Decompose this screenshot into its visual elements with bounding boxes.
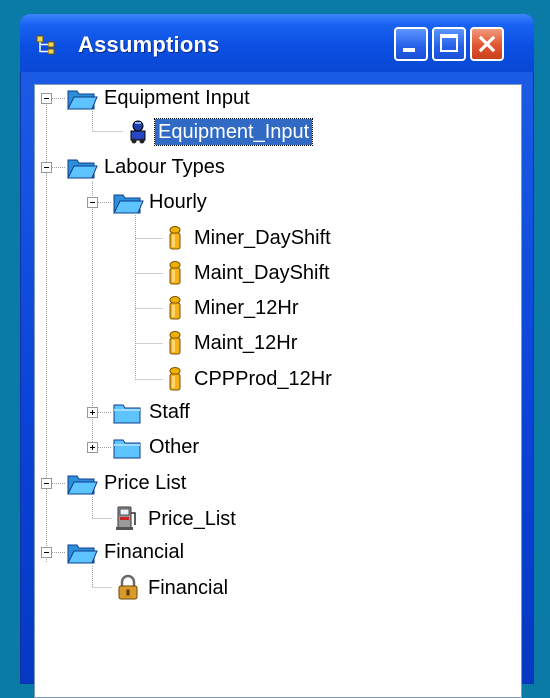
tree-node-miner-dayshift[interactable]: Miner_DayShift bbox=[191, 225, 334, 251]
minimize-button[interactable] bbox=[394, 27, 428, 61]
collapse-labour-types[interactable] bbox=[41, 162, 52, 173]
tree-node-maint-dayshift[interactable]: Maint_DayShift bbox=[191, 260, 333, 286]
tree-node-labour-types[interactable]: Labour Types bbox=[101, 154, 228, 180]
equipment-icon bbox=[130, 120, 146, 144]
folder-open-icon bbox=[67, 159, 98, 179]
tree-node-equipment-input-item[interactable]: Equipment_Input bbox=[153, 118, 314, 146]
collapse-equipment-input[interactable] bbox=[41, 93, 52, 104]
tree-view[interactable]: Equipment Input Equipment_Input Labour T… bbox=[34, 84, 522, 698]
folder-open-icon bbox=[113, 194, 144, 214]
worker-icon bbox=[169, 331, 181, 355]
tree-node-price-list[interactable]: Price List bbox=[101, 470, 189, 496]
folder-open-icon bbox=[67, 475, 98, 495]
worker-icon bbox=[169, 226, 181, 250]
folder-closed-icon bbox=[113, 439, 141, 459]
title-bar[interactable]: Assumptions bbox=[20, 14, 534, 72]
tree-node-other[interactable]: Other bbox=[146, 434, 202, 460]
tree-node-equipment-input[interactable]: Equipment Input bbox=[101, 85, 253, 111]
collapse-hourly[interactable] bbox=[87, 197, 98, 208]
folder-open-icon bbox=[67, 544, 98, 564]
expand-staff[interactable] bbox=[87, 407, 98, 418]
maximize-icon bbox=[440, 34, 458, 52]
close-icon bbox=[478, 35, 496, 53]
tree-node-miner-12hr[interactable]: Miner_12Hr bbox=[191, 295, 301, 321]
worker-icon bbox=[169, 261, 181, 285]
padlock-icon bbox=[118, 574, 138, 600]
worker-icon bbox=[169, 296, 181, 320]
collapse-financial[interactable] bbox=[41, 547, 52, 558]
worker-icon bbox=[169, 367, 181, 391]
fuel-pump-icon bbox=[116, 506, 136, 530]
assumptions-window: Assumptions Equipment Input Equipment_In… bbox=[20, 14, 534, 698]
folder-closed-icon bbox=[113, 404, 141, 424]
close-button[interactable] bbox=[470, 27, 504, 61]
tree-node-hourly[interactable]: Hourly bbox=[146, 189, 210, 215]
tree-view-icon bbox=[36, 35, 55, 55]
collapse-price-list[interactable] bbox=[41, 478, 52, 489]
tree-node-cppprod-12hr[interactable]: CPPProd_12Hr bbox=[191, 366, 335, 392]
tree-node-financial-item[interactable]: Financial bbox=[145, 575, 231, 601]
folder-open-icon bbox=[67, 90, 98, 110]
maximize-button[interactable] bbox=[432, 27, 466, 61]
expand-other[interactable] bbox=[87, 442, 98, 453]
tree-node-staff[interactable]: Staff bbox=[146, 399, 193, 425]
tree-node-maint-12hr[interactable]: Maint_12Hr bbox=[191, 330, 300, 356]
tree-node-financial[interactable]: Financial bbox=[101, 539, 187, 565]
tree-node-price-list-item[interactable]: Price_List bbox=[145, 506, 239, 532]
minimize-icon bbox=[403, 48, 415, 52]
window-title: Assumptions bbox=[78, 32, 220, 57]
